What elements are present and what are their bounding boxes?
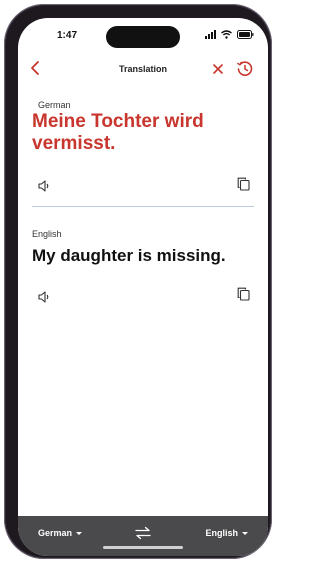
target-language-label: English (32, 229, 62, 239)
source-language-label: German (38, 100, 71, 110)
cellular-signal-icon (205, 30, 216, 39)
status-icons (205, 30, 254, 39)
page-title: Translation (118, 64, 167, 74)
wifi-icon (221, 30, 232, 39)
divider (32, 206, 254, 207)
copy-icon[interactable] (237, 287, 250, 306)
speaker-icon[interactable] (38, 179, 52, 197)
source-text: Meine Tochter wird vermisst. (32, 111, 204, 154)
history-icon[interactable] (236, 60, 254, 78)
target-language-selector[interactable]: English (205, 528, 248, 538)
chevron-down-icon (76, 532, 83, 536)
copy-icon[interactable] (237, 177, 250, 196)
speaker-icon[interactable] (38, 290, 52, 308)
swap-languages-icon[interactable] (135, 526, 151, 545)
source-language-selector[interactable]: German (38, 528, 83, 538)
top-bar: Translation (18, 60, 268, 80)
screen: 1:47 Translation German Meine Tochter wi… (18, 18, 268, 556)
source-language-selector-label: German (38, 528, 73, 538)
status-time: 1:47 (57, 30, 78, 41)
phone-frame: 1:47 Translation German Meine Tochter wi… (4, 4, 272, 559)
close-icon[interactable] (211, 61, 225, 77)
chevron-down-icon (242, 532, 248, 536)
battery-icon (237, 30, 254, 39)
home-indicator[interactable] (103, 546, 183, 549)
language-bar: German English (18, 516, 268, 556)
dynamic-island (106, 26, 180, 48)
target-language-selector-label: English (205, 528, 238, 538)
target-text: My daughter is missing. (32, 246, 226, 265)
